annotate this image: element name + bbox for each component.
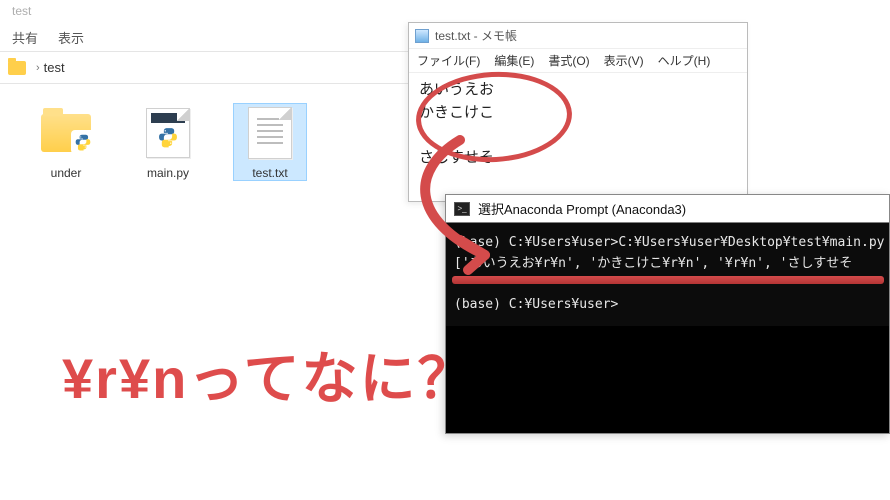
explorer-pathbar[interactable]: › test — [0, 52, 410, 84]
console-line: (base) C:¥Users¥user>C:¥Users¥user¥Deskt… — [454, 235, 884, 250]
console-titlebar[interactable]: 選択Anaconda Prompt (Anaconda3) — [446, 195, 889, 223]
anaconda-prompt-window: 選択Anaconda Prompt (Anaconda3) (base) C:¥… — [445, 194, 890, 434]
explorer-file-grid: under main.py test.txt — [0, 84, 410, 200]
notepad-titlebar[interactable]: test.txt - メモ帳 — [409, 23, 747, 49]
notepad-text-area[interactable]: あいうえお かきこけこ さしすせそ — [409, 73, 747, 175]
path-segment[interactable]: test — [44, 60, 65, 75]
notepad-icon — [415, 29, 429, 43]
text-file-icon — [248, 107, 292, 159]
console-line: ['あいうえお¥r¥n', 'かきこけこ¥r¥n', '¥r¥n', 'さしすせ… — [454, 256, 852, 271]
explorer-title-text: test — [12, 4, 31, 18]
console-title-text: 選択Anaconda Prompt (Anaconda3) — [478, 199, 686, 218]
text-line: さしすせそ — [419, 147, 737, 170]
console-output[interactable]: (base) C:¥Users¥user>C:¥Users¥user¥Deskt… — [446, 223, 889, 326]
folder-icon — [41, 114, 91, 152]
menu-format[interactable]: 書式(O) — [548, 52, 589, 69]
console-line: (base) C:¥Users¥user> — [454, 297, 618, 312]
file-item-folder[interactable]: under — [30, 104, 102, 180]
explorer-menubar: 共有 表示 — [0, 24, 410, 52]
menu-file[interactable]: ファイル(F) — [417, 52, 480, 69]
explorer-window: test 共有 表示 › test under — [0, 0, 410, 500]
menu-help[interactable]: ヘルプ(H) — [658, 52, 711, 69]
menu-view[interactable]: 表示(V) — [604, 52, 644, 69]
notepad-window: test.txt - メモ帳 ファイル(F) 編集(E) 書式(O) 表示(V)… — [408, 22, 748, 202]
python-badge-icon — [71, 130, 95, 154]
folder-icon — [8, 61, 26, 75]
menu-share[interactable]: 共有 — [12, 28, 38, 47]
python-file-icon — [146, 108, 190, 158]
file-label: main.py — [132, 166, 204, 180]
file-label: test.txt — [234, 166, 306, 180]
notepad-title-text: test.txt - メモ帳 — [435, 27, 517, 44]
file-item-python[interactable]: main.py — [132, 104, 204, 180]
file-item-text[interactable]: test.txt — [234, 104, 306, 180]
text-line — [419, 124, 737, 147]
console-icon — [454, 202, 470, 216]
explorer-title: test — [0, 0, 410, 24]
menu-edit[interactable]: 編集(E) — [494, 52, 534, 69]
text-line: あいうえお — [419, 79, 737, 102]
chevron-right-icon: › — [36, 62, 40, 74]
menu-view[interactable]: 表示 — [58, 28, 84, 47]
notepad-menubar: ファイル(F) 編集(E) 書式(O) 表示(V) ヘルプ(H) — [409, 49, 747, 73]
file-label: under — [30, 166, 102, 180]
text-line: かきこけこ — [419, 102, 737, 125]
